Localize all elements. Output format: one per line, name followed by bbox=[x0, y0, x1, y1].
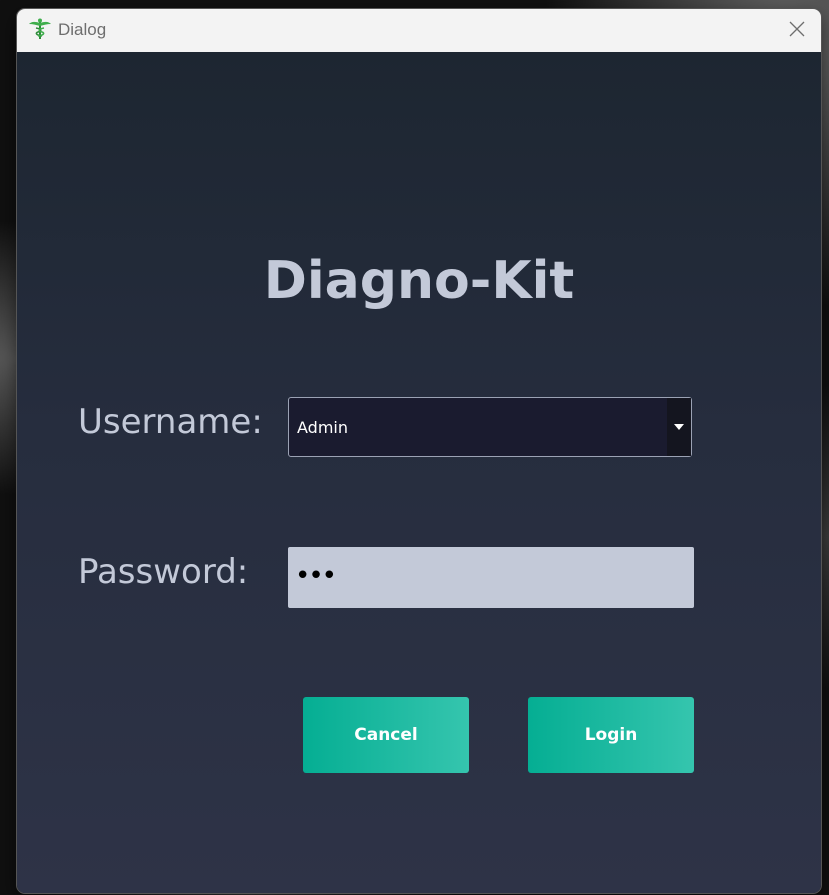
caduceus-icon bbox=[28, 17, 52, 41]
app-heading: Diagno-Kit bbox=[263, 251, 575, 311]
close-button[interactable] bbox=[773, 9, 821, 52]
dialog-window: Dialog Diagno-Kit Username: Admin Passwo… bbox=[17, 9, 821, 893]
username-dropdown[interactable]: Admin bbox=[288, 397, 692, 457]
password-label: Password: bbox=[78, 552, 249, 592]
password-mask: ••• bbox=[295, 561, 337, 591]
window-title: Dialog bbox=[58, 20, 107, 39]
close-icon[interactable] bbox=[789, 21, 805, 41]
title-bar: Dialog bbox=[17, 9, 821, 52]
username-label: Username: bbox=[78, 402, 263, 442]
login-button[interactable]: Login bbox=[528, 697, 694, 773]
cancel-button[interactable]: Cancel bbox=[303, 697, 469, 773]
dialog-content: Diagno-Kit Username: Admin Password: •••… bbox=[17, 52, 821, 893]
password-input[interactable]: ••• bbox=[288, 547, 694, 608]
username-value: Admin bbox=[297, 418, 348, 437]
dropdown-arrow-icon[interactable] bbox=[667, 398, 691, 456]
